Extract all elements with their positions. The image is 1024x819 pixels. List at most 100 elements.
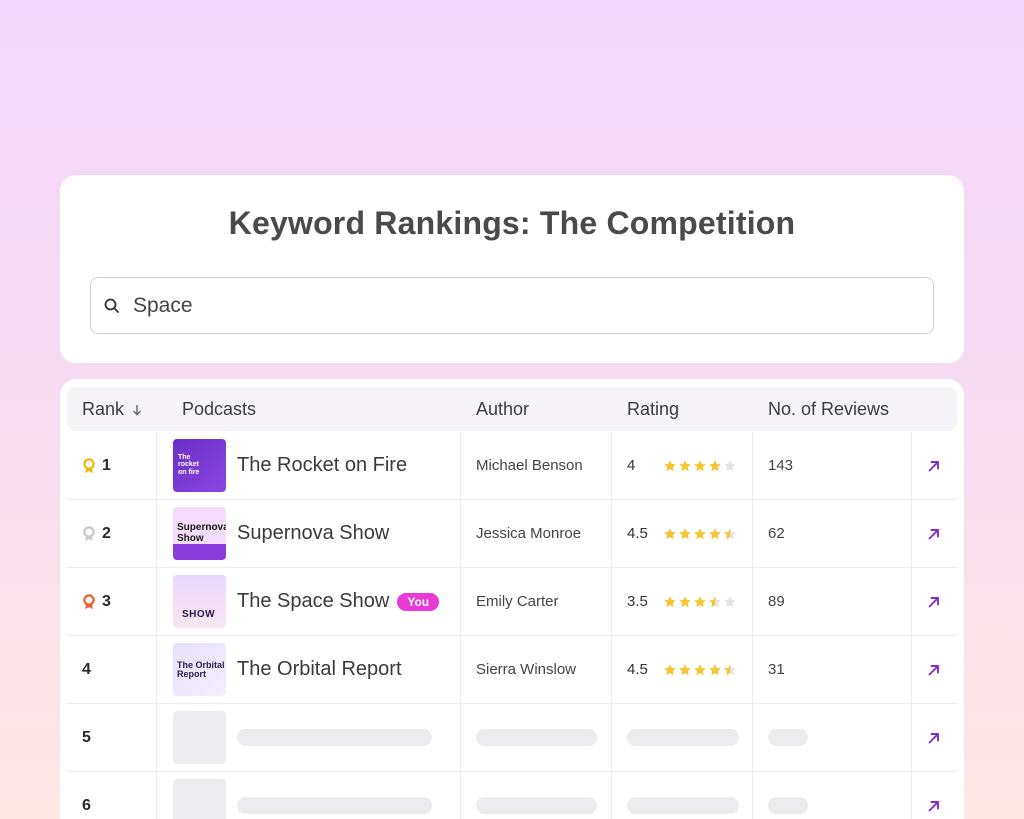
table-row[interactable]: 4 The Orbital Report The Orbital Report Sie… bbox=[67, 636, 957, 704]
text-placeholder bbox=[627, 797, 739, 814]
star-icon bbox=[693, 663, 707, 677]
open-link-button[interactable] bbox=[927, 432, 941, 499]
column-divider bbox=[611, 432, 612, 499]
table-row[interactable]: 3 SHOW The Space Show You Emily Carter 3.5 89 bbox=[67, 568, 957, 636]
reviews-placeholder bbox=[768, 772, 808, 819]
table-row[interactable]: 2 Supernova Show Supernova Show Jessica Mon… bbox=[67, 500, 957, 568]
thumbnail-title: The rocket on fire bbox=[178, 454, 200, 476]
you-badge: You bbox=[397, 592, 440, 611]
text-placeholder bbox=[476, 797, 597, 814]
search-input[interactable]: Space bbox=[90, 277, 934, 334]
star-icon bbox=[663, 459, 677, 473]
column-divider bbox=[156, 772, 157, 819]
open-link-button[interactable] bbox=[927, 568, 941, 635]
rank-cell: 3 bbox=[82, 568, 111, 635]
rank-number: 2 bbox=[102, 524, 111, 542]
text-placeholder bbox=[768, 729, 808, 746]
thumbnail-title: The Orbital Report bbox=[177, 660, 225, 680]
column-podcasts-header: Podcasts bbox=[182, 399, 257, 419]
rating-placeholder bbox=[627, 704, 739, 771]
table-row[interactable]: 6 bbox=[67, 772, 957, 819]
column-divider bbox=[752, 432, 753, 499]
text-placeholder bbox=[476, 729, 597, 746]
column-divider bbox=[460, 500, 461, 567]
star-icon bbox=[678, 595, 692, 609]
podcast-name: The Rocket on Fire bbox=[237, 454, 408, 476]
column-divider bbox=[911, 636, 912, 703]
podcast-cell[interactable]: Supernova Show Supernova Show bbox=[173, 500, 389, 567]
podcast-name: Supernova Show bbox=[237, 522, 390, 544]
column-divider bbox=[156, 704, 157, 771]
rating-cell: 3.5 bbox=[627, 568, 737, 635]
review-count: 62 bbox=[768, 525, 785, 542]
star-icon bbox=[678, 459, 692, 473]
reviews-cell: 62 bbox=[768, 500, 785, 567]
bronze-medal-icon bbox=[82, 593, 96, 610]
podcast-name: The Orbital Report bbox=[237, 658, 402, 680]
column-author-header: Author bbox=[476, 399, 530, 419]
text-placeholder bbox=[237, 797, 432, 814]
author-cell: Michael Benson bbox=[476, 432, 583, 499]
open-link-button[interactable] bbox=[927, 500, 941, 567]
column-divider bbox=[460, 568, 461, 635]
arrow-down-icon bbox=[132, 388, 142, 432]
author-name: Emily Carter bbox=[476, 593, 559, 610]
star-icon bbox=[723, 527, 737, 541]
open-link-button[interactable] bbox=[927, 636, 941, 703]
text-placeholder bbox=[768, 797, 808, 814]
gold-medal-icon bbox=[82, 457, 96, 474]
column-divider bbox=[156, 432, 157, 499]
podcast-cell[interactable]: SHOW The Space Show You bbox=[173, 568, 440, 635]
rank-cell: 5 bbox=[82, 704, 91, 771]
reviews-cell: 89 bbox=[768, 568, 785, 635]
author-name: Sierra Winslow bbox=[476, 661, 577, 678]
open-link-button[interactable] bbox=[927, 704, 941, 771]
reviews-cell: 143 bbox=[768, 432, 793, 499]
app-frame: Keyword Rankings: The Competition Space … bbox=[0, 0, 1024, 819]
podcast-cell[interactable]: The Orbital Report The Orbital Report bbox=[173, 636, 402, 703]
review-count: 31 bbox=[768, 661, 785, 678]
column-divider bbox=[752, 568, 753, 635]
star-icon bbox=[708, 595, 722, 609]
arrow-up-right-icon bbox=[927, 663, 941, 677]
author-placeholder bbox=[476, 704, 597, 771]
thumbnail-title: Supernova Show bbox=[177, 522, 226, 544]
author-name: Jessica Monroe bbox=[476, 525, 582, 542]
review-count: 89 bbox=[768, 593, 785, 610]
star-icon bbox=[723, 459, 737, 473]
thumbnail-placeholder bbox=[173, 779, 226, 819]
podcast-thumbnail: The rocket on fire bbox=[173, 439, 226, 492]
column-divider bbox=[911, 568, 912, 635]
author-cell: Sierra Winslow bbox=[476, 636, 576, 703]
page-title: Keyword Rankings: The Competition bbox=[228, 205, 796, 241]
text-placeholder bbox=[627, 729, 739, 746]
rank-number: 6 bbox=[82, 796, 91, 814]
column-divider bbox=[611, 568, 612, 635]
star-icon bbox=[663, 663, 677, 677]
rank-cell: 6 bbox=[82, 772, 91, 819]
rankings-table: Rank Podcasts Author Rating No. of Revie… bbox=[60, 379, 964, 819]
arrow-up-right-icon bbox=[927, 731, 941, 745]
open-link-button[interactable] bbox=[927, 772, 941, 819]
column-divider bbox=[752, 772, 753, 819]
column-divider bbox=[911, 500, 912, 567]
arrow-up-right-icon bbox=[927, 799, 941, 813]
table-row[interactable]: 5 bbox=[67, 704, 957, 772]
podcast-cell[interactable]: The rocket on fire The Rocket on Fire bbox=[173, 432, 407, 499]
column-divider bbox=[611, 500, 612, 567]
column-divider bbox=[460, 772, 461, 819]
author-name: Michael Benson bbox=[476, 457, 583, 474]
author-cell: Jessica Monroe bbox=[476, 500, 581, 567]
rank-number: 4 bbox=[82, 660, 91, 678]
table-row[interactable]: 1 The rocket on fire The Rocket on Fire Mic… bbox=[67, 432, 957, 500]
star-icon bbox=[723, 595, 737, 609]
column-rank-header[interactable]: Rank bbox=[82, 387, 142, 431]
column-divider bbox=[611, 704, 612, 771]
rank-number: 5 bbox=[82, 728, 91, 746]
star-rating bbox=[663, 527, 737, 541]
rating-cell: 4.5 bbox=[627, 636, 737, 703]
star-rating bbox=[663, 595, 737, 609]
column-divider bbox=[911, 772, 912, 819]
rating-cell: 4.5 bbox=[627, 500, 737, 567]
arrow-up-right-icon bbox=[927, 459, 941, 473]
